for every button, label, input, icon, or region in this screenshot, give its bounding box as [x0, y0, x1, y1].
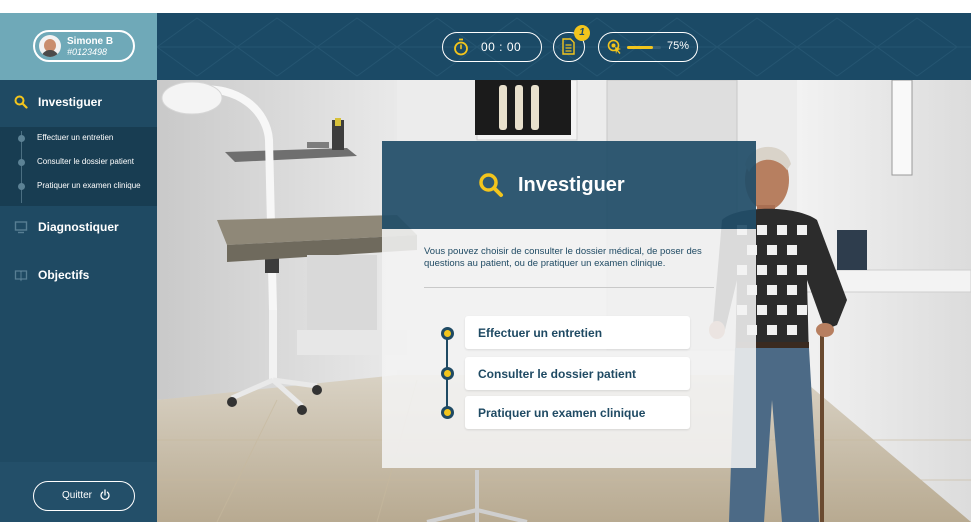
- option-label: Consulter le dossier patient: [478, 367, 637, 381]
- top-bar: 00 : 00 1 75%: [157, 13, 971, 80]
- avatar: [39, 35, 61, 57]
- sidebar-item-diagnostiquer[interactable]: Diagnostiquer: [0, 216, 157, 238]
- notification-badge: 1: [574, 25, 590, 41]
- power-icon: [100, 489, 110, 501]
- sidebar-item-label: Investiguer: [38, 95, 103, 109]
- card-title: Investiguer: [518, 174, 625, 196]
- sidebar-item-label: Objectifs: [38, 268, 90, 282]
- sidebar-item-investiguer[interactable]: Investiguer: [0, 91, 157, 113]
- timer-value: 00 : 00: [481, 40, 522, 54]
- book-icon: [14, 270, 28, 282]
- subnav-item-label: Effectuer un entretien: [37, 133, 114, 142]
- sidebar-item-label: Diagnostiquer: [38, 220, 119, 234]
- option-dossier-button[interactable]: Consulter le dossier patient: [465, 357, 690, 390]
- monitor-icon: [14, 221, 28, 234]
- subnav-item-examen[interactable]: Pratiquer un examen clinique: [0, 177, 157, 195]
- progress-value: 75%: [667, 40, 690, 52]
- option-examen-button[interactable]: Pratiquer un examen clinique: [465, 396, 690, 429]
- subnav-item-dossier[interactable]: Consulter le dossier patient: [0, 153, 157, 171]
- stopwatch-icon: [454, 38, 468, 56]
- timer-display: 00 : 00: [442, 32, 542, 62]
- option-label: Effectuer un entretien: [478, 326, 603, 340]
- option-bullet: [441, 327, 454, 340]
- option-bullet: [441, 367, 454, 380]
- quit-button[interactable]: Quitter: [33, 481, 135, 511]
- option-label: Pratiquer un examen clinique: [478, 406, 646, 420]
- subnav-item-entretien[interactable]: Effectuer un entretien: [0, 129, 157, 147]
- card-description: Vous pouvez choisir de consulter le doss…: [424, 246, 702, 269]
- option-entretien-button[interactable]: Effectuer un entretien: [465, 316, 690, 349]
- user-id: #0123498: [67, 47, 108, 57]
- card-header: Investiguer: [382, 141, 756, 229]
- subnav: Effectuer un entretien Consulter le doss…: [0, 127, 157, 206]
- document-icon: [562, 38, 575, 55]
- progress-track: [627, 46, 661, 49]
- quit-label: Quitter: [62, 490, 93, 501]
- search-icon: [14, 95, 28, 109]
- sidebar-item-objectifs[interactable]: Objectifs: [0, 264, 157, 286]
- card-body: Vous pouvez choisir de consulter le doss…: [382, 229, 756, 468]
- user-box: Simone B #0123498: [0, 13, 157, 80]
- option-bullet: [441, 406, 454, 419]
- subnav-item-label: Consulter le dossier patient: [37, 157, 134, 166]
- top-strip: [0, 0, 971, 13]
- progress-indicator: 75%: [598, 32, 698, 62]
- search-icon: [479, 173, 503, 197]
- user-profile-button[interactable]: Simone B #0123498: [33, 30, 135, 62]
- subnav-item-label: Pratiquer un examen clinique: [37, 181, 141, 190]
- sidebar: Simone B #0123498 Investiguer Effectuer …: [0, 13, 157, 522]
- progress-fill: [627, 46, 653, 49]
- card-divider: [424, 287, 714, 288]
- user-name: Simone B: [67, 36, 114, 47]
- sidebar-footer: Quitter: [0, 462, 157, 522]
- target-cursor-icon: [607, 39, 621, 54]
